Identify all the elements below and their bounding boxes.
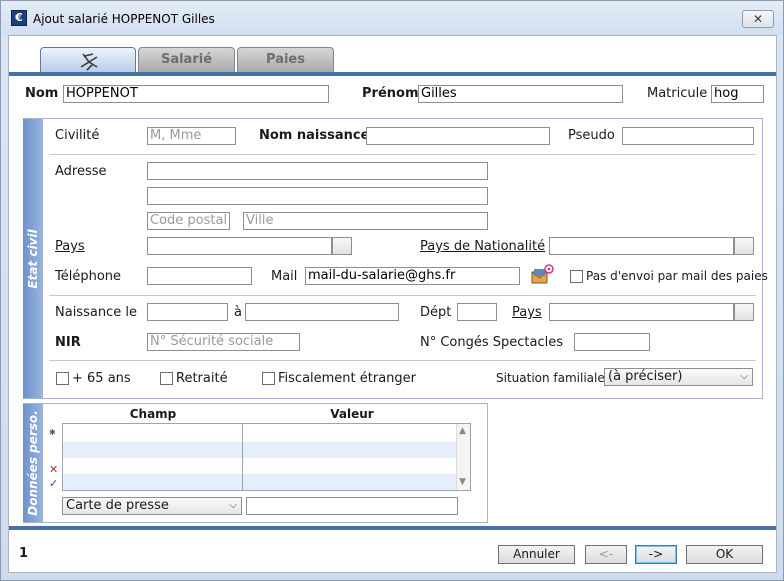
ok-button[interactable]: OK — [686, 545, 763, 564]
prenom-label: Prénom — [362, 86, 419, 101]
scroll-down-icon[interactable]: ▼ — [459, 477, 466, 487]
nom-naissance-field[interactable] — [366, 127, 550, 145]
naissance-label: Naissance le — [55, 305, 137, 320]
plus65-checkbox[interactable] — [56, 372, 69, 385]
retraite-checkbox[interactable] — [160, 372, 173, 385]
pays-naissance-lookup-button[interactable] — [734, 303, 754, 321]
app-euro-icon: € — [11, 10, 27, 26]
pseudo-field[interactable] — [622, 127, 754, 145]
chevron-down-icon: ⌵ — [740, 371, 748, 382]
etat-civil-panel — [23, 118, 763, 399]
matricule-label: Matricule — [647, 86, 708, 101]
footer-divider — [9, 526, 776, 530]
window-title: Ajout salarié HOPPENOT Gilles — [33, 12, 215, 26]
adresse-label: Adresse — [55, 164, 107, 179]
send-mail-icon[interactable] — [530, 264, 554, 286]
fiscal-etranger-checkbox[interactable] — [262, 372, 275, 385]
column-divider — [242, 424, 243, 490]
grid-scrollbar[interactable]: ▲ ▼ — [456, 424, 470, 490]
tab-paies[interactable]: Paies — [237, 47, 334, 72]
pays-lookup-button[interactable] — [332, 237, 352, 255]
separator — [49, 360, 756, 361]
champ-type-value: Carte de presse — [66, 498, 169, 513]
separator — [49, 295, 756, 296]
col-valeur-header: Valeur — [330, 407, 374, 421]
situation-familiale-select[interactable]: (à préciser) ⌵ — [604, 368, 753, 386]
lieu-naissance-field[interactable] — [245, 303, 399, 321]
mail-label: Mail — [271, 269, 298, 284]
a-label: à — [234, 305, 242, 320]
dialog-window: € Ajout salarié HOPPENOT Gilles ✕ Salari… — [0, 0, 784, 581]
scroll-up-icon[interactable]: ▲ — [459, 426, 466, 436]
fiscal-etranger-label: Fiscalement étranger — [278, 371, 417, 386]
conges-spectacles-field[interactable] — [574, 333, 650, 351]
nir-field[interactable]: N° Sécurité sociale — [147, 333, 300, 351]
champ-type-select[interactable]: Carte de presse ⌵ — [62, 497, 242, 515]
situation-familiale-label: Situation familiale — [496, 371, 605, 385]
page-number: 1 — [19, 546, 29, 561]
table-row[interactable] — [63, 474, 470, 490]
pays-link[interactable]: Pays — [55, 239, 85, 254]
telephone-field[interactable] — [147, 267, 252, 285]
tab-salarie[interactable]: Salarié — [138, 47, 235, 72]
pays-naissance-link[interactable]: Pays — [512, 305, 542, 320]
chevron-down-icon: ⌵ — [229, 500, 237, 511]
matricule-field[interactable]: hog — [711, 85, 764, 103]
validate-row-icon[interactable]: ✓ — [49, 477, 58, 490]
telephone-label: Téléphone — [55, 269, 122, 284]
pseudo-label: Pseudo — [568, 128, 615, 143]
previous-button[interactable]: <- — [585, 545, 627, 564]
dept-field[interactable] — [457, 303, 497, 321]
palm-tree-icon — [80, 53, 98, 71]
pays-field[interactable] — [147, 237, 332, 255]
situation-familiale-value: (à préciser) — [608, 369, 683, 384]
title-bar: € Ajout salarié HOPPENOT Gilles ✕ — [1, 1, 783, 35]
adresse-line1-field[interactable] — [147, 162, 488, 180]
tab-strip-bar — [9, 72, 776, 76]
retraite-label: Retraité — [176, 371, 228, 386]
tab-general[interactable] — [40, 47, 136, 72]
delete-row-icon[interactable]: ✕ — [49, 463, 58, 476]
naissance-date-field[interactable] — [147, 303, 228, 321]
pays-nationalite-link[interactable]: Pays de Nationalité — [420, 239, 545, 254]
pays-nationalite-field[interactable] — [549, 237, 734, 255]
civilite-field[interactable]: M, Mme — [147, 127, 236, 145]
table-row[interactable] — [63, 442, 470, 458]
ville-field[interactable]: Ville — [243, 212, 488, 230]
donnees-grid[interactable]: ▲ ▼ — [62, 423, 471, 491]
pays-naissance-field[interactable] — [549, 303, 734, 321]
row-pointer-icon: ✱ — [49, 428, 56, 437]
table-row[interactable] — [63, 458, 470, 474]
pays-nationalite-lookup-button[interactable] — [734, 237, 754, 255]
col-champ-header: Champ — [129, 407, 177, 421]
nom-naissance-label: Nom naissance — [259, 128, 370, 143]
next-button[interactable]: -> — [635, 545, 677, 564]
no-mail-checkbox[interactable] — [570, 270, 583, 283]
nir-label: NIR — [55, 335, 81, 350]
no-mail-label: Pas d'envoi par mail des paies — [586, 269, 768, 283]
code-postal-field[interactable]: Code postal — [147, 212, 230, 230]
separator — [49, 154, 756, 155]
conges-spectacles-label: N° Congés Spectacles — [420, 335, 564, 350]
valeur-field[interactable] — [246, 497, 458, 515]
close-button[interactable]: ✕ — [742, 10, 774, 28]
civilite-label: Civilité — [55, 128, 100, 143]
dept-label: Dépt — [420, 305, 452, 320]
prenom-field[interactable]: Gilles — [418, 85, 623, 103]
nom-field[interactable]: HOPPENOT — [63, 85, 329, 103]
adresse-line2-field[interactable] — [147, 187, 488, 205]
dialog-client: Salarié Paies Nom HOPPENOT Prénom Gilles… — [8, 35, 777, 573]
plus65-label: + 65 ans — [72, 371, 131, 386]
annuler-button[interactable]: Annuler — [498, 545, 575, 564]
mail-field[interactable]: mail-du-salarie@ghs.fr — [305, 267, 520, 285]
nom-label: Nom — [25, 86, 59, 101]
